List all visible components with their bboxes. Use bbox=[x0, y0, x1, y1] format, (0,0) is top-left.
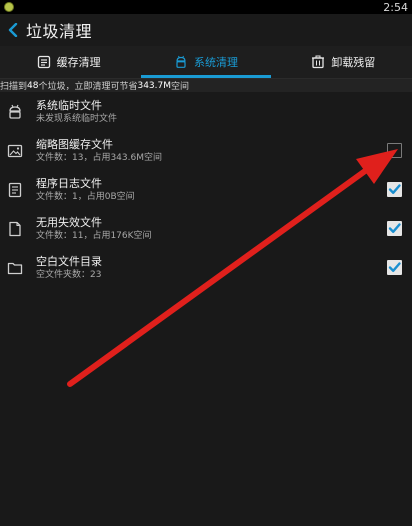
checkmark-icon bbox=[388, 261, 401, 272]
back-button[interactable] bbox=[6, 22, 20, 38]
chevron-left-icon bbox=[8, 23, 18, 37]
tab-uninstall-residue[interactable]: 卸载残留 bbox=[275, 46, 412, 78]
tab-label: 卸载残留 bbox=[331, 56, 376, 69]
item-subtitle: 文件数：13，占用343.6M空间 bbox=[36, 153, 162, 163]
item-subtitle: 未发现系统临时文件 bbox=[36, 114, 118, 124]
status-time: 2:54 bbox=[383, 0, 408, 14]
item-title: 程序日志文件 bbox=[36, 177, 102, 190]
uninstall-icon bbox=[312, 55, 325, 69]
item-title: 无用失效文件 bbox=[36, 216, 102, 229]
list-item-system-temp[interactable]: 系统临时文件 未发现系统临时文件 bbox=[0, 92, 412, 131]
folder-icon bbox=[6, 259, 24, 277]
android-icon bbox=[6, 103, 24, 121]
checkmark-icon bbox=[388, 222, 401, 233]
summary-prefix: 扫描到 bbox=[0, 82, 28, 92]
log-file-icon bbox=[6, 181, 24, 199]
clean-item-list: 系统临时文件 未发现系统临时文件 缩略图缓存文件 文件数：13，占用343.6M… bbox=[0, 92, 412, 287]
item-title: 系统临时文件 bbox=[36, 99, 102, 112]
scan-summary: 扫描到 48 个垃圾，立即清理可节省 343.7M 空间 bbox=[0, 79, 412, 92]
item-subtitle: 文件数：11，占用176K空间 bbox=[36, 231, 152, 241]
blank-file-icon bbox=[6, 220, 24, 238]
tab-label: 缓存清理 bbox=[56, 56, 101, 69]
list-item-empty-folders[interactable]: 空白文件目录 空文件夹数：23 bbox=[0, 248, 412, 287]
tab-label: 系统清理 bbox=[193, 56, 238, 69]
item-checkbox[interactable] bbox=[387, 220, 402, 236]
summary-count: 48 bbox=[27, 80, 39, 91]
document-list-icon bbox=[37, 55, 50, 69]
item-subtitle: 空文件夹数：23 bbox=[36, 270, 102, 280]
summary-size: 343.7M bbox=[137, 80, 172, 91]
item-title: 空白文件目录 bbox=[36, 255, 102, 268]
notification-icon bbox=[4, 2, 14, 12]
list-item-invalid-files[interactable]: 无用失效文件 文件数：11，占用176K空间 bbox=[0, 209, 412, 248]
list-item-program-log[interactable]: 程序日志文件 文件数：1，占用0B空间 bbox=[0, 170, 412, 209]
tab-cache-clean[interactable]: 缓存清理 bbox=[0, 46, 137, 78]
list-item-thumbnail-cache[interactable]: 缩略图缓存文件 文件数：13，占用343.6M空间 bbox=[0, 131, 412, 170]
page-title: 垃圾清理 bbox=[26, 22, 93, 41]
android-icon bbox=[176, 55, 186, 68]
item-title: 缩略图缓存文件 bbox=[36, 138, 113, 151]
item-checkbox[interactable] bbox=[387, 181, 402, 197]
item-subtitle: 文件数：1，占用0B空间 bbox=[36, 192, 135, 202]
item-checkbox[interactable] bbox=[387, 142, 402, 158]
summary-middle: 个垃圾，立即清理可节省 bbox=[38, 82, 138, 92]
image-icon bbox=[6, 142, 24, 160]
item-checkbox[interactable] bbox=[387, 259, 402, 275]
tab-system-clean[interactable]: 系统清理 bbox=[137, 46, 274, 78]
status-bar: 2:54 bbox=[0, 0, 412, 14]
tab-bar: 缓存清理 系统清理 卸载残留 bbox=[0, 46, 412, 79]
title-bar: 垃圾清理 bbox=[0, 14, 412, 46]
checkmark-icon bbox=[388, 183, 401, 194]
summary-suffix: 空间 bbox=[171, 82, 190, 92]
